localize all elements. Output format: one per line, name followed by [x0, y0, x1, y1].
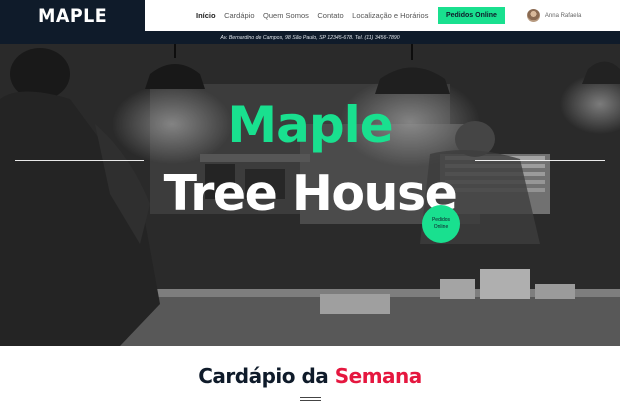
- hero-banner: Maple Tree House Pedidos Online: [0, 44, 620, 346]
- hero-title-tree-house: Tree House: [163, 165, 458, 222]
- hero-divider-left: [15, 160, 144, 161]
- weekly-menu-section: Cardápio da Semana: [0, 346, 620, 410]
- circle-button-line-2: Online: [433, 224, 449, 230]
- user-menu[interactable]: Anna Rafaela: [526, 9, 582, 22]
- hero-title-maple: Maple: [227, 96, 393, 154]
- heading-part-semana: Semana: [334, 364, 423, 388]
- hero-divider-right: [475, 160, 605, 161]
- heading-divider-top: [300, 397, 321, 398]
- user-avatar-icon: [526, 9, 540, 22]
- heading-divider-bottom: [300, 400, 321, 401]
- nav-link-contato[interactable]: Contato: [317, 11, 343, 20]
- nav-link-cardapio[interactable]: Cardápio: [224, 11, 254, 20]
- nav-link-quem-somos[interactable]: Quem Somos: [263, 11, 309, 20]
- nav-links: Início Cardápio Quem Somos Contato Local…: [196, 11, 437, 20]
- logo[interactable]: MAPLE: [0, 0, 145, 31]
- nav-link-localizacao[interactable]: Localização e Horários: [352, 11, 428, 20]
- top-navigation: Início Cardápio Quem Somos Contato Local…: [145, 0, 620, 31]
- nav-link-inicio[interactable]: Início: [196, 11, 216, 20]
- order-online-circle-button[interactable]: Pedidos Online: [422, 205, 460, 243]
- weekly-menu-heading: Cardápio da Semana: [0, 364, 620, 388]
- address-bar: Av. Bernardino de Campos, 98 São Paulo, …: [0, 31, 620, 44]
- order-online-button[interactable]: Pedidos Online: [437, 7, 505, 24]
- address-text: Av. Bernardino de Campos, 98 São Paulo, …: [220, 34, 400, 41]
- user-name: Anna Rafaela: [544, 12, 582, 19]
- heading-part-cardapio: Cardápio da: [198, 364, 335, 388]
- logo-text: MAPLE: [37, 4, 108, 27]
- circle-button-line-1: Pedidos: [431, 217, 451, 223]
